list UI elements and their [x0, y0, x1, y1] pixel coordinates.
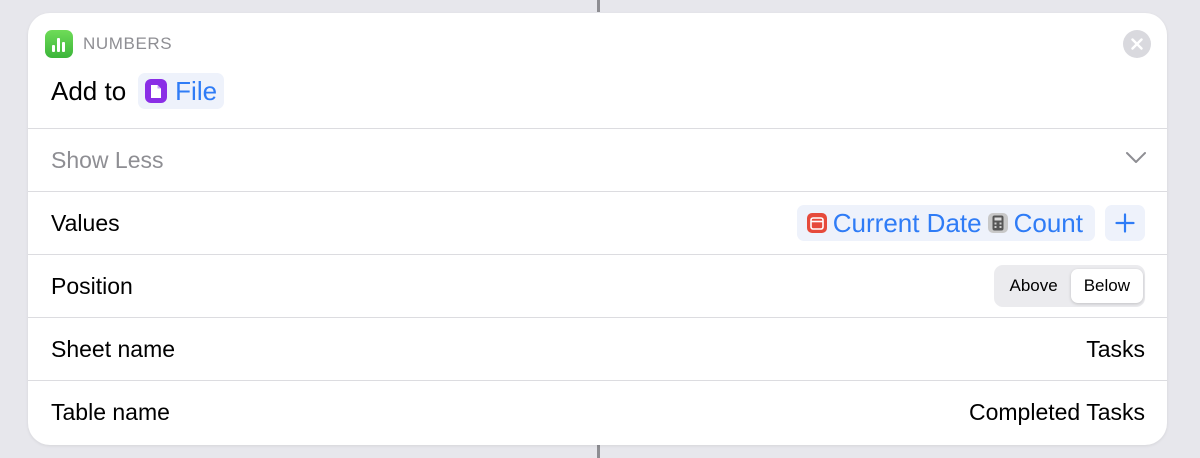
values-row: Values Current Date Count [28, 192, 1167, 255]
position-row: Position Above Below [28, 255, 1167, 318]
document-icon [145, 79, 168, 103]
values-variable-field[interactable]: Current Date Count [796, 205, 1095, 241]
calendar-icon [806, 213, 827, 233]
show-less-row[interactable]: Show Less [28, 129, 1167, 192]
action-header: NUMBERS Add to File [28, 13, 1167, 129]
add-value-button[interactable] [1105, 205, 1145, 241]
show-less-label: Show Less [51, 146, 164, 173]
numbers-app-icon [45, 30, 73, 58]
table-name-value[interactable]: Completed Tasks [969, 399, 1145, 426]
table-name-row[interactable]: Table name Completed Tasks [28, 381, 1167, 443]
position-option-below[interactable]: Below [1070, 269, 1143, 303]
table-name-label: Table name [51, 398, 170, 425]
calculator-icon [987, 213, 1008, 233]
app-label-row: NUMBERS [45, 30, 172, 58]
close-icon [1131, 38, 1143, 50]
action-title-prefix: Add to [51, 75, 127, 106]
file-token-label: File [175, 75, 218, 106]
values-label: Values [51, 209, 120, 236]
position-segmented-control: Above Below [994, 265, 1145, 307]
position-option-above[interactable]: Above [996, 269, 1070, 303]
action-title: Add to File [51, 73, 225, 109]
plus-icon [1115, 213, 1135, 233]
sheet-name-value[interactable]: Tasks [1086, 336, 1145, 363]
flow-connector-bottom [597, 444, 600, 458]
chevron-down-icon [1126, 152, 1146, 163]
close-button[interactable] [1123, 30, 1151, 58]
flow-connector-top [597, 0, 600, 12]
current-date-variable[interactable]: Current Date [833, 208, 982, 239]
numbers-action-card: NUMBERS Add to File Show Less Values Cur… [28, 13, 1167, 445]
app-name: NUMBERS [83, 34, 173, 53]
file-variable-token[interactable]: File [138, 73, 225, 109]
sheet-name-row[interactable]: Sheet name Tasks [28, 318, 1167, 381]
count-variable[interactable]: Count [1014, 208, 1083, 239]
sheet-name-label: Sheet name [51, 335, 176, 362]
values-tokens: Current Date Count [796, 205, 1145, 241]
position-label: Position [51, 272, 133, 299]
